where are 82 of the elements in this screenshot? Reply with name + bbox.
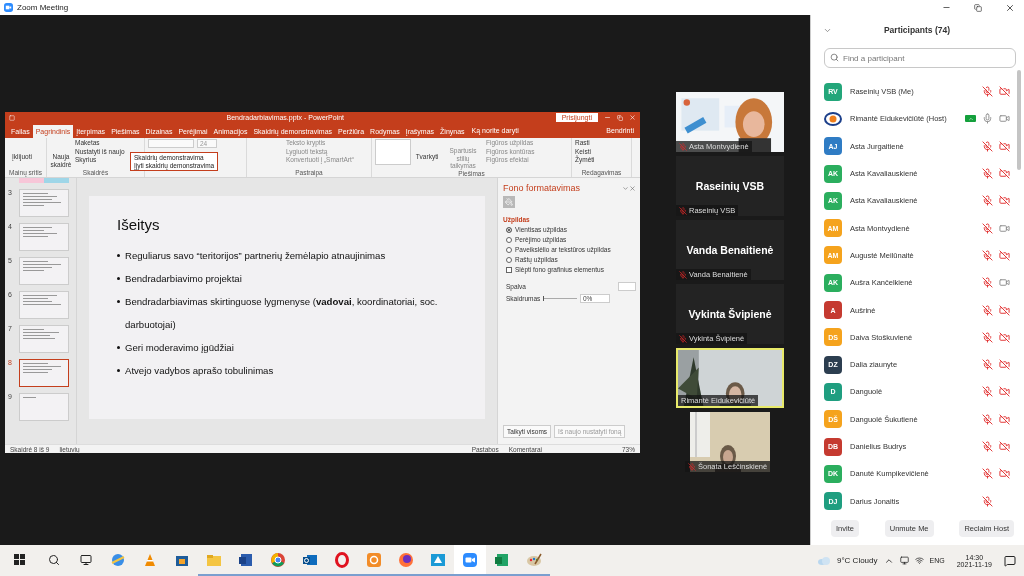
muted-mic-icon[interactable] — [982, 468, 993, 480]
muted-mic-icon[interactable] — [982, 277, 993, 289]
search-field[interactable]: Find a participant — [824, 48, 1016, 68]
palette-icon — [526, 551, 542, 568]
camera-icon[interactable] — [999, 113, 1010, 125]
ring-icon — [334, 551, 350, 568]
camera-off-icon[interactable] — [999, 331, 1010, 343]
radio-button[interactable] — [506, 256, 512, 263]
muted-mic-icon[interactable] — [982, 195, 993, 207]
minimize-icon[interactable] — [604, 114, 611, 121]
muted-mic-icon[interactable] — [982, 413, 993, 425]
paint-bucket-icon — [505, 198, 513, 206]
camera-off-icon[interactable] — [999, 195, 1010, 207]
bullet-text: Reguliarus savo “teritorijos” partnerių žemėlapio atnaujinimas — [125, 249, 386, 263]
bullet-icon — [117, 254, 120, 257]
video-camera-icon — [462, 551, 478, 568]
monitor-icon — [80, 553, 92, 566]
mic-icon[interactable] — [982, 113, 993, 125]
app-icon — [430, 551, 446, 568]
camera-off-icon[interactable] — [999, 386, 1010, 398]
window-title: Zoom Meeting — [17, 3, 70, 12]
globe-icon — [110, 551, 126, 568]
muted-mic-icon[interactable] — [982, 249, 993, 261]
muted-mic-icon[interactable] — [982, 495, 993, 507]
restore-icon[interactable] — [617, 114, 623, 121]
display-name: Vanda Benaitienė — [686, 244, 774, 256]
bullet-icon — [117, 369, 120, 372]
camera-icon[interactable] — [999, 222, 1010, 234]
restore-icon — [974, 3, 982, 12]
panel-title: Participants (74) — [882, 25, 952, 35]
display-name: Raseinių VSB — [695, 180, 765, 192]
font-name-field[interactable] — [148, 139, 194, 148]
cloud-icon — [816, 556, 831, 565]
app-icon — [366, 551, 382, 568]
search-icon — [830, 53, 839, 62]
camera-icon[interactable] — [999, 277, 1010, 289]
close-icon — [1005, 2, 1015, 13]
monitor-icon[interactable] — [899, 556, 909, 565]
camera-off-icon[interactable] — [999, 441, 1010, 452]
camera-off-icon[interactable] — [999, 304, 1010, 316]
camera-off-icon[interactable] — [999, 86, 1010, 98]
search-icon — [48, 553, 60, 566]
windows-icon — [13, 554, 25, 565]
muted-mic-icon[interactable] — [982, 86, 993, 98]
muted-mic-icon[interactable] — [982, 359, 993, 371]
muted-mic-icon[interactable] — [982, 304, 993, 316]
camera-off-icon[interactable] — [999, 140, 1010, 152]
logo-icon — [824, 109, 842, 128]
muted-mic-icon[interactable] — [982, 441, 993, 452]
spreadsheet-icon — [494, 551, 510, 568]
document-icon — [238, 551, 254, 568]
bullet-icon — [117, 300, 120, 303]
checkbox[interactable] — [506, 266, 512, 273]
wifi-icon[interactable] — [914, 556, 924, 565]
globe-icon — [398, 551, 414, 568]
slide-thumbnail[interactable] — [19, 178, 69, 183]
pane-title: Fono formatavimas — [503, 183, 582, 193]
bullet-text: Atvejo vadybos aprašo tobulinimas — [125, 364, 274, 378]
notifications-icon[interactable] — [1004, 554, 1016, 567]
camera-off-icon[interactable] — [999, 413, 1010, 425]
bullet-icon — [117, 346, 120, 349]
camera-off-icon[interactable] — [999, 468, 1010, 480]
close-icon[interactable] — [629, 184, 636, 192]
bullet-text: Bendradarbiavimo projektai — [125, 272, 242, 286]
muted-mic-icon[interactable] — [982, 168, 993, 180]
muted-mic-icon[interactable] — [982, 140, 993, 152]
muted-mic-icon[interactable] — [982, 222, 993, 234]
muted-mic-icon[interactable] — [982, 331, 993, 343]
bullet-icon — [117, 277, 120, 280]
video-camera-icon — [4, 3, 13, 12]
camera-off-icon[interactable] — [999, 168, 1010, 180]
weather-text[interactable]: 9°C Cloudy — [836, 556, 878, 565]
camera-off-icon[interactable] — [999, 359, 1010, 371]
slide-thumbnail[interactable] — [19, 359, 69, 387]
camera-off-icon[interactable] — [999, 249, 1010, 261]
bullet-text: Bendradarbiavimas skirtinguose lygmenyse (vadovai, koordinatoriai, soc. darbuotojai) — [125, 295, 439, 332]
muted-mic-icon[interactable] — [982, 386, 993, 398]
slide-title: Išeitys — [117, 216, 161, 233]
bullet-text: Geri moderavimo įgūdžiai — [125, 341, 234, 355]
wheel-icon — [270, 551, 286, 568]
color-picker-button[interactable] — [618, 282, 636, 291]
display-name: Vykinta Švipienė — [688, 308, 772, 320]
